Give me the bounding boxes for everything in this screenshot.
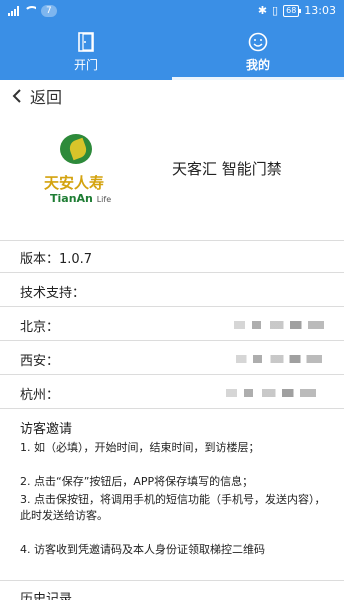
history-link[interactable]: 历史记录 [20, 588, 72, 600]
bluetooth-icon: ✱ [257, 4, 268, 17]
chevron-left-icon [12, 89, 21, 103]
invite-step-2: 2. 点击“保存”按钮后，APP将保存填写的信息； [20, 475, 254, 488]
invite-step-4: 4. 访客收到凭邀请码及本人身份证领取梯控二维码 [20, 543, 265, 556]
notification-badge: 7 [41, 5, 57, 17]
active-tab-indicator [172, 77, 344, 80]
divider [0, 340, 344, 341]
divider [0, 580, 344, 581]
invite-step-3: 3. 点击保按钮，将调用手机的短信功能（手机号，发送内容），此时发送给访客。 [20, 493, 326, 522]
tab-mine-label: 我的 [245, 57, 270, 72]
tab-open-door[interactable]: 开门 [0, 24, 172, 80]
back-label: 返回 [30, 88, 63, 107]
logo-en-main: TianAn [50, 192, 93, 205]
tab-mine[interactable]: 我的 [172, 24, 344, 80]
logo-en-suffix: Life [96, 195, 112, 204]
status-right: ✱ ▯ 68 13:03 [258, 4, 336, 17]
divider [0, 240, 344, 241]
contact-hangzhou-label: 杭州： [20, 388, 60, 403]
vibrate-icon: ▯ [272, 4, 279, 17]
company-logo: 天安人寿 TianAn Life [36, 132, 136, 212]
redacted-phone [236, 355, 322, 363]
status-left: 7 [8, 5, 57, 17]
door-icon [78, 31, 94, 52]
app-title: 天客汇 智能门禁 [172, 160, 282, 178]
contact-beijing-label: 北京： [20, 320, 60, 335]
invite-title: 访客邀请 [20, 422, 73, 437]
logo-cn-text: 天安人寿 [44, 174, 105, 192]
app-header-card: 天安人寿 TianAn Life 天客汇 智能门禁 [0, 110, 344, 228]
divider [0, 272, 344, 273]
support-label: 技术支持： [20, 286, 86, 301]
back-button[interactable]: 返回 [12, 84, 62, 108]
redacted-phone [226, 389, 316, 397]
top-tab-bar: 开门 我的 [0, 24, 344, 80]
signal-icon [8, 6, 19, 16]
redacted-phone [234, 321, 324, 329]
tab-open-door-label: 开门 [73, 57, 98, 72]
divider [0, 408, 344, 409]
battery-icon: 68 [283, 4, 302, 17]
clock: 13:03 [304, 4, 336, 17]
divider [0, 374, 344, 375]
version-text: 版本：1.0.7 [20, 252, 93, 267]
contact-xian-label: 西安： [20, 354, 60, 369]
status-bar: 7 ✱ ▯ 68 13:03 [0, 0, 344, 24]
logo-en-text: TianAn Life [50, 192, 111, 205]
invite-step-1: 1. 如（必填），开始时间，结束时间，到访楼层； [20, 441, 260, 454]
wifi-icon [24, 6, 36, 16]
divider [0, 306, 344, 307]
smiley-icon [248, 32, 268, 51]
